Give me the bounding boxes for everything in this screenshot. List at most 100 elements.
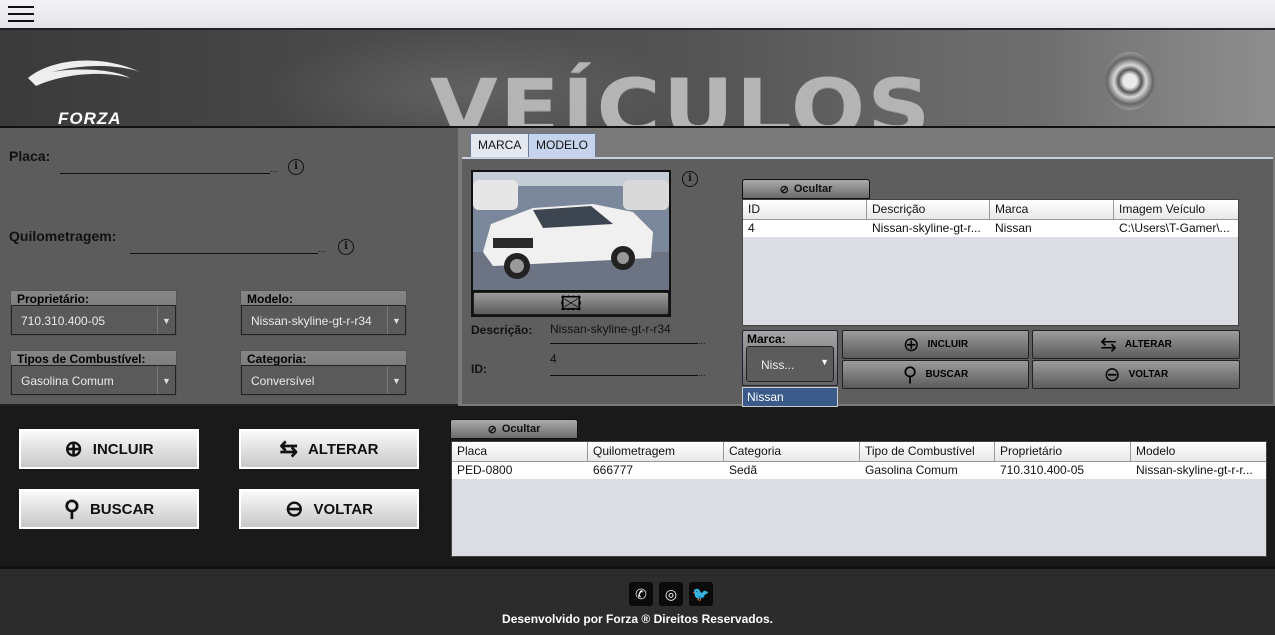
table-cell: Nissan	[995, 221, 1032, 235]
voltar-label: VOLTAR	[1128, 369, 1169, 380]
proprietario-combo[interactable]: Proprietário: 710.310.400-05 ▼	[10, 290, 177, 336]
table-cell: Sedã	[729, 463, 758, 477]
column-header[interactable]: Imagem Veículo	[1114, 200, 1238, 219]
alterar-button[interactable]: ⇆ ALTERAR	[239, 429, 419, 469]
voltar-label: VOLTAR	[313, 500, 373, 518]
form-actions: ⊕ INCLUIR ⇆ ALTERAR ⚲ BUSCAR ⊖ VOLTAR	[0, 406, 450, 566]
incluir-button[interactable]: ⊕ INCLUIR	[19, 429, 199, 469]
marca-value: Niss...	[761, 358, 795, 372]
buscar-button[interactable]: ⚲ BUSCAR	[19, 489, 199, 529]
table-cell: Gasolina Comum	[865, 463, 958, 477]
column-header[interactable]: Placa	[452, 442, 588, 461]
incluir-label: INCLUIR	[927, 339, 969, 350]
placa-input[interactable]	[60, 158, 270, 174]
table-cell: PED-0800	[457, 463, 513, 477]
ocultar-modelo-button[interactable]: ⊘ Ocultar	[742, 179, 870, 199]
combustivel-combo[interactable]: Tipos de Combustível: Gasolina Comum ▼	[10, 350, 177, 396]
placa-info-icon[interactable]: i	[288, 159, 304, 175]
modelo-buscar-button[interactable]: ⚲ BUSCAR	[842, 360, 1029, 389]
table-row[interactable]: PED-0800 666777 Sedã Gasolina Comum 710.…	[452, 462, 1266, 479]
chevron-down-icon[interactable]: ▼	[387, 366, 405, 394]
top-bar	[0, 0, 1275, 28]
categoria-combo[interactable]: Categoria: Conversível ▼	[240, 350, 407, 396]
marca-dropdown-option[interactable]: Nissan	[742, 387, 838, 407]
select-image-button[interactable]: 🖾	[473, 292, 669, 315]
swap-arrows-icon: ⇆	[279, 436, 298, 461]
column-header[interactable]: Modelo	[1131, 442, 1266, 461]
id-input[interactable]: 4	[550, 352, 698, 372]
quilometragem-input[interactable]	[130, 238, 318, 254]
footer-text: Desenvolvido por Forza ® Direitos Reserv…	[502, 612, 773, 626]
image-info-icon[interactable]: i	[682, 171, 698, 187]
chevron-down-icon[interactable]: ▼	[157, 306, 175, 334]
tab-modelo[interactable]: MODELO	[528, 133, 597, 157]
quilometragem-label: Quilometragem:	[9, 228, 117, 244]
proprietario-label: Proprietário:	[17, 292, 90, 306]
tab-marca[interactable]: MARCA	[470, 133, 530, 157]
page-title: VEÍCULOS	[430, 64, 933, 128]
column-header[interactable]: Descrição	[867, 200, 990, 219]
back-arrow-icon: ⊖	[1103, 363, 1121, 386]
plus-circle-icon: ⊕	[902, 333, 920, 356]
column-header[interactable]: Categoria	[724, 442, 860, 461]
page-banner: FORZA VEÍCULOS	[0, 28, 1275, 128]
table-cell: Nissan-skyline-gt-r-r...	[1136, 463, 1253, 477]
table-cell: 710.310.400-05	[1000, 463, 1085, 477]
modelo-incluir-button[interactable]: ⊕ INCLUIR	[842, 330, 1029, 359]
modelo-value: Nissan-skyline-gt-r-r34	[251, 314, 372, 328]
plus-circle-icon: ⊕	[64, 436, 83, 461]
whatsapp-icon[interactable]: ✆	[629, 582, 653, 606]
modelo-combo[interactable]: Modelo: Nissan-skyline-gt-r-r34 ▼	[240, 290, 407, 336]
buscar-label: BUSCAR	[89, 500, 155, 518]
descricao-input[interactable]: Nissan-skyline-gt-r-r34	[550, 322, 698, 342]
back-arrow-icon: ⊖	[285, 496, 304, 521]
vehicles-table: Placa Quilometragem Categoria Tipo de Co…	[451, 441, 1267, 557]
combustivel-label: Tipos de Combustível:	[17, 352, 146, 366]
swap-arrows-icon: ⇆	[1100, 333, 1117, 356]
marca-combo[interactable]: Marca: Niss... ▼	[742, 330, 838, 386]
vehicle-image	[473, 172, 669, 290]
table-row[interactable]: 4 Nissan-skyline-gt-r... Nissan C:\Users…	[743, 220, 1238, 237]
instagram-icon[interactable]: ◎	[659, 582, 683, 606]
table-cell: Nissan-skyline-gt-r...	[872, 221, 981, 235]
modelo-label: Modelo:	[247, 292, 293, 306]
modelo-alterar-button[interactable]: ⇆ ALTERAR	[1032, 330, 1240, 359]
search-icon: ⚲	[63, 496, 80, 521]
chevron-down-icon[interactable]: ▼	[820, 357, 829, 367]
column-header[interactable]: Tipo de Combustível	[860, 442, 995, 461]
marca-label: Marca:	[747, 332, 786, 346]
ocultar-veiculos-button[interactable]: ⊘ Ocultar	[450, 419, 578, 439]
search-icon: ⚲	[902, 363, 918, 386]
incluir-label: INCLUIR	[92, 440, 154, 458]
eye-slash-icon: ⊘	[779, 183, 789, 196]
vehicle-image-frame: 🖾	[471, 170, 671, 317]
modelo-voltar-button[interactable]: ⊖ VOLTAR	[1032, 360, 1240, 389]
ocultar-label: Ocultar	[793, 183, 833, 195]
page-footer: ✆ ◎ 🐦 Desenvolvido por Forza ® Direitos …	[0, 566, 1275, 635]
quilometragem-info-icon[interactable]: i	[338, 239, 354, 255]
table-header: ID Descrição Marca Imagem Veículo	[743, 200, 1238, 220]
table-cell: 4	[748, 221, 755, 235]
proprietario-value: 710.310.400-05	[21, 314, 106, 328]
table-cell: C:\Users\T-Gamer\...	[1119, 221, 1230, 235]
placa-label: Placa:	[9, 148, 51, 164]
buscar-label: BUSCAR	[925, 369, 969, 380]
descricao-label: Descrição:	[471, 323, 533, 337]
id-label: ID:	[471, 362, 487, 376]
modelo-table: ID Descrição Marca Imagem Veículo 4 Niss…	[742, 199, 1239, 326]
column-header[interactable]: Proprietário	[995, 442, 1131, 461]
chevron-down-icon[interactable]: ▼	[157, 366, 175, 394]
voltar-button[interactable]: ⊖ VOLTAR	[239, 489, 419, 529]
alterar-label: ALTERAR	[1124, 339, 1172, 350]
column-header[interactable]: Marca	[990, 200, 1114, 219]
twitter-icon[interactable]: 🐦	[689, 582, 713, 606]
categoria-value: Conversível	[251, 374, 315, 388]
column-header[interactable]: ID	[743, 200, 867, 219]
chevron-down-icon[interactable]: ▼	[387, 306, 405, 334]
column-header[interactable]: Quilometragem	[588, 442, 724, 461]
hamburger-icon[interactable]	[8, 4, 34, 24]
table-cell: 666777	[593, 463, 634, 477]
image-gallery-icon: 🖾	[560, 292, 582, 315]
ocultar-label: Ocultar	[501, 423, 541, 435]
modelo-form: 🖾 i Descrição: Nissan-skyline-gt-r-r34 .…	[462, 157, 1273, 407]
